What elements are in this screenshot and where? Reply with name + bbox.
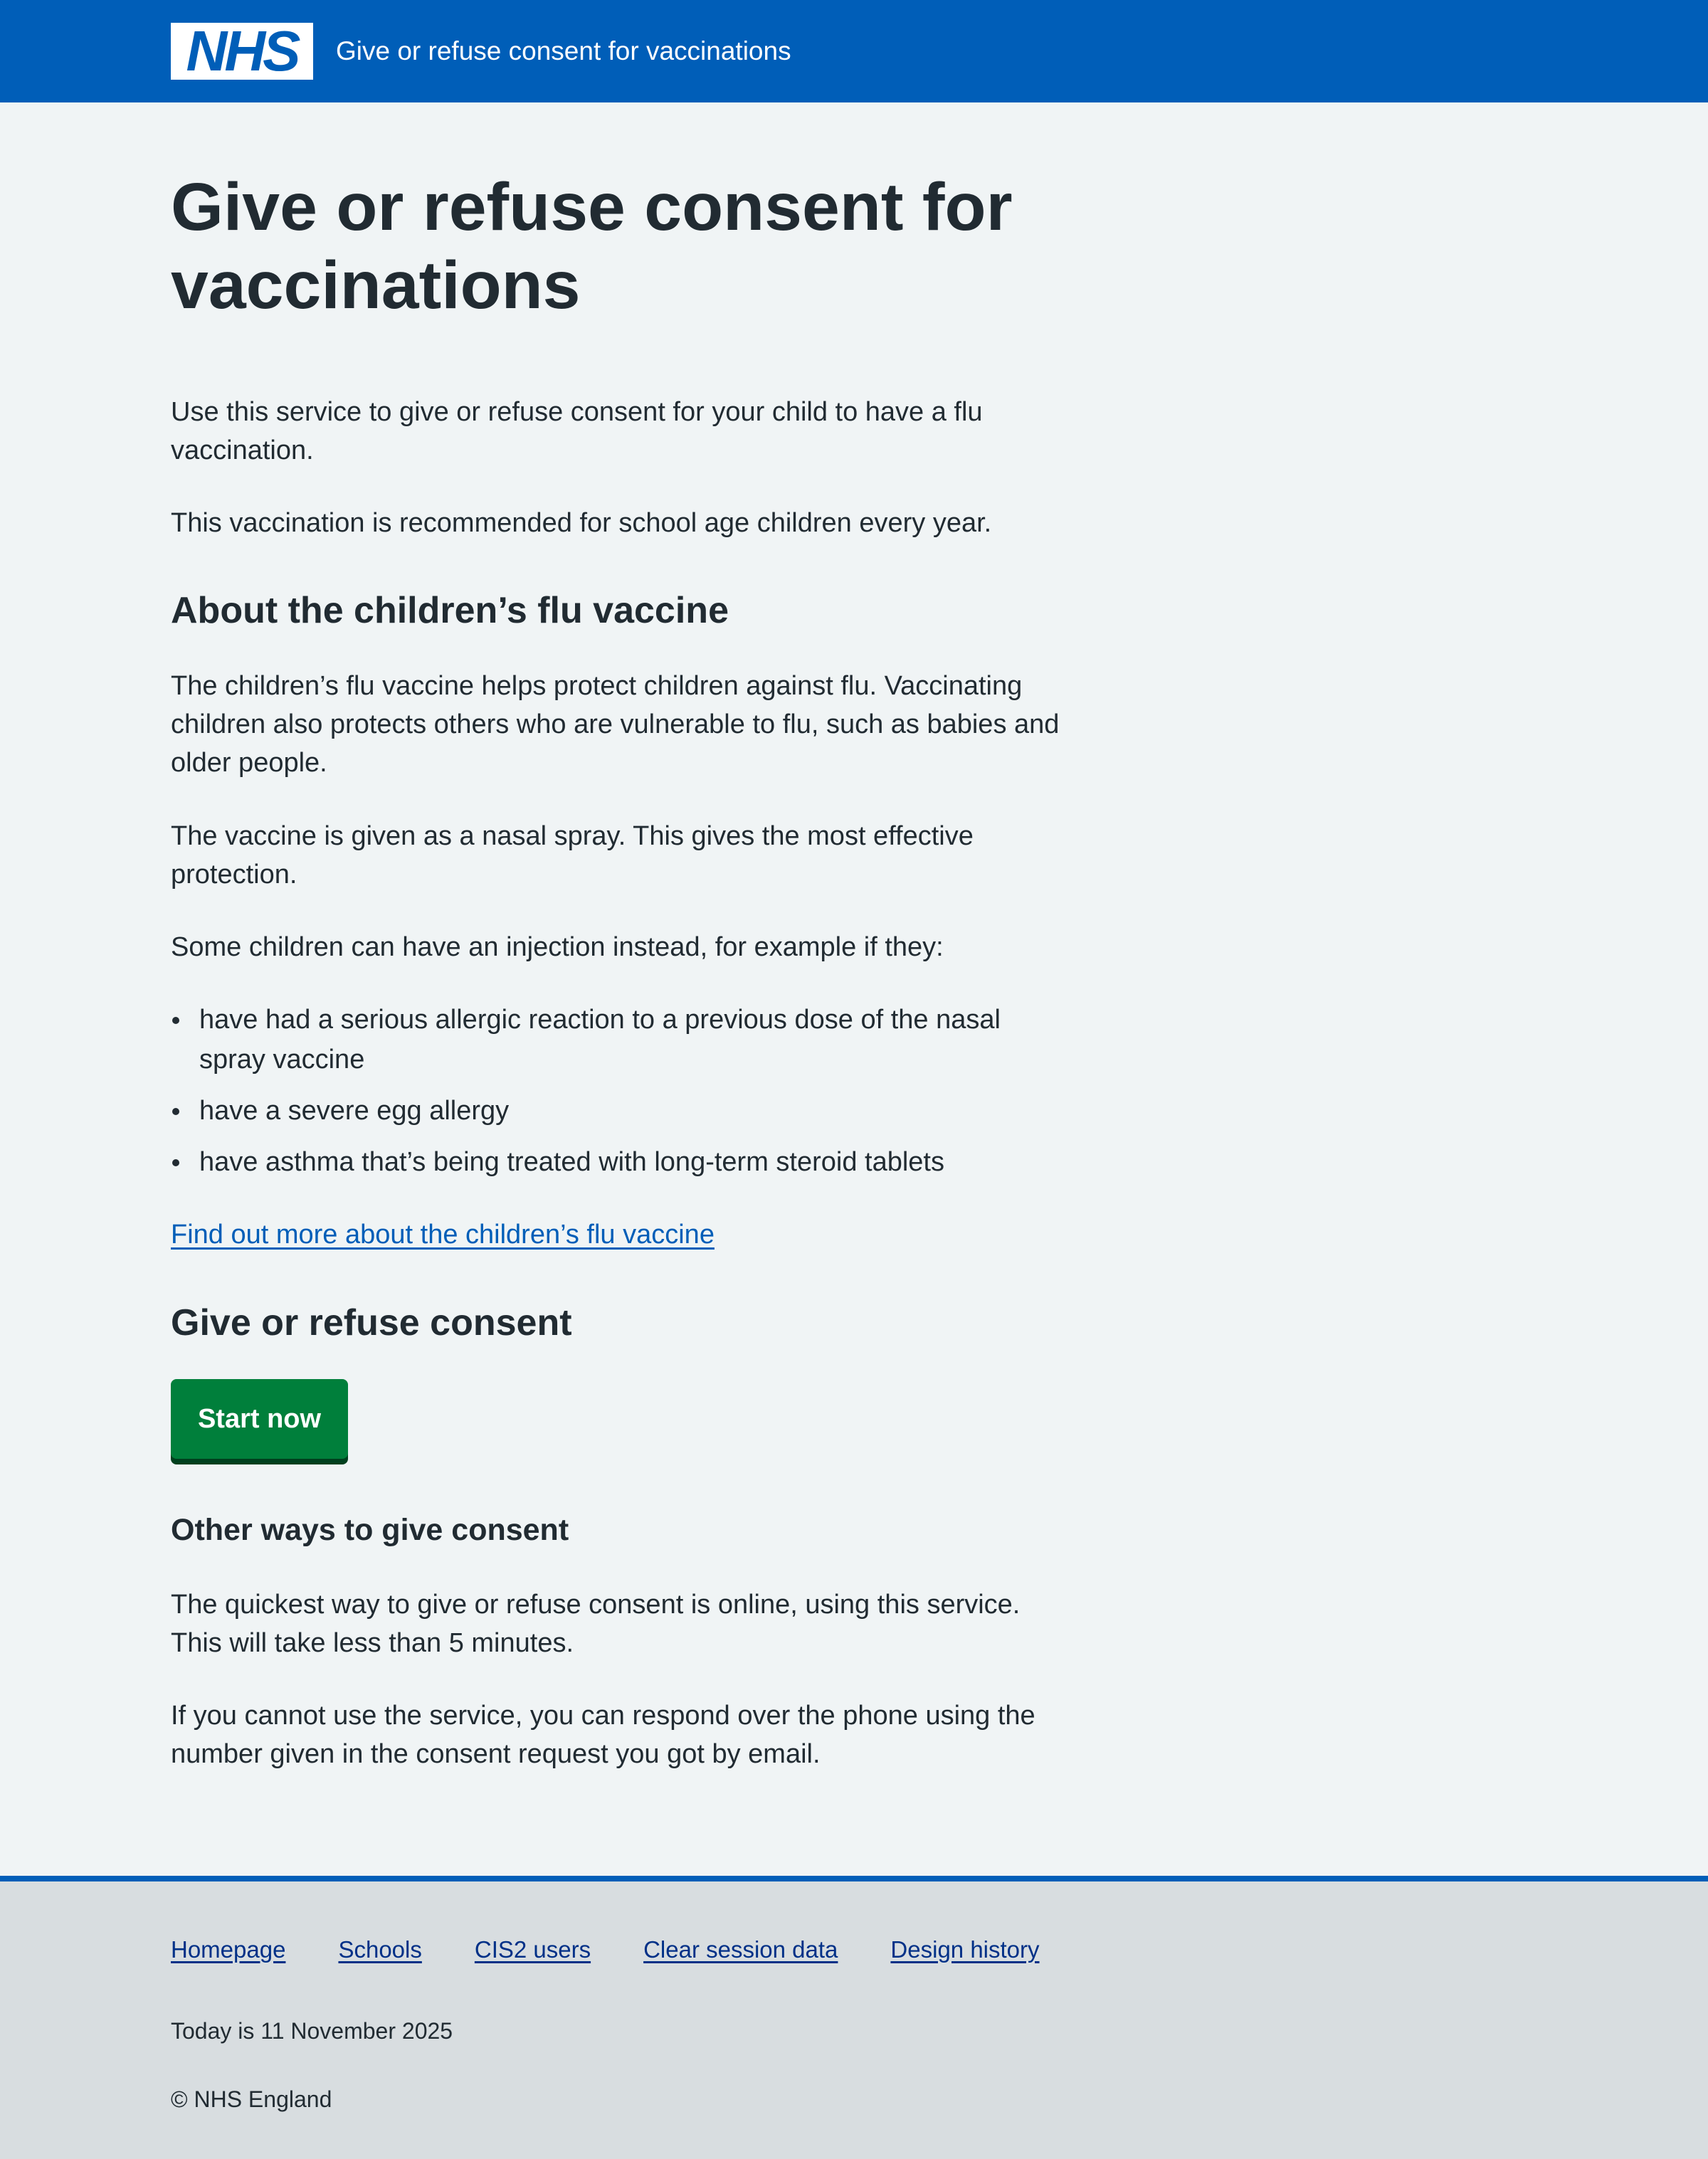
start-now-button[interactable]: Start now [171, 1379, 348, 1459]
footer-link-design-history[interactable]: Design history [890, 1936, 1039, 1964]
footer-link-clear-session-data[interactable]: Clear session data [643, 1936, 838, 1964]
footer-link-homepage[interactable]: Homepage [171, 1936, 285, 1964]
list-item: have asthma that’s being treated with lo… [171, 1142, 1068, 1182]
footer-link-cis2-users[interactable]: CIS2 users [475, 1936, 591, 1964]
list-item: have had a serious allergic reaction to … [171, 1000, 1068, 1080]
other-ways-paragraph-2: If you cannot use the service, you can r… [171, 1701, 1035, 1769]
other-ways-paragraph-1: The quickest way to give or refuse conse… [171, 1590, 1021, 1658]
about-paragraph-3: Some children can have an injection inst… [171, 932, 944, 962]
flu-vaccine-info-link[interactable]: Find out more about the children’s flu v… [171, 1215, 715, 1254]
consent-heading: Give or refuse consent [171, 1302, 572, 1344]
about-heading: About the children’s flu vaccine [171, 590, 729, 631]
other-ways-heading: Other ways to give consent [171, 1513, 569, 1547]
site-footer: Homepage Schools CIS2 users Clear sessio… [0, 1876, 1708, 2159]
about-paragraph-1: The children’s flu vaccine helps protect… [171, 671, 1060, 778]
footer-copyright: © NHS England [171, 2086, 332, 2112]
footer-date: Today is 11 November 2025 [171, 2018, 453, 2044]
footer-nav: Homepage Schools CIS2 users Clear sessio… [171, 1936, 1092, 1964]
intro-paragraph-1: Use this service to give or refuse conse… [171, 397, 983, 465]
list-item: have a severe egg allergy [171, 1091, 1068, 1131]
about-paragraph-2: The vaccine is given as a nasal spray. T… [171, 821, 974, 890]
injection-reasons-list: have had a serious allergic reaction to … [171, 1000, 1068, 1193]
intro-paragraph-2: This vaccination is recommended for scho… [171, 508, 992, 538]
footer-link-schools[interactable]: Schools [338, 1936, 421, 1964]
page-title: Give or refuse consent for vaccinations [171, 169, 1013, 323]
